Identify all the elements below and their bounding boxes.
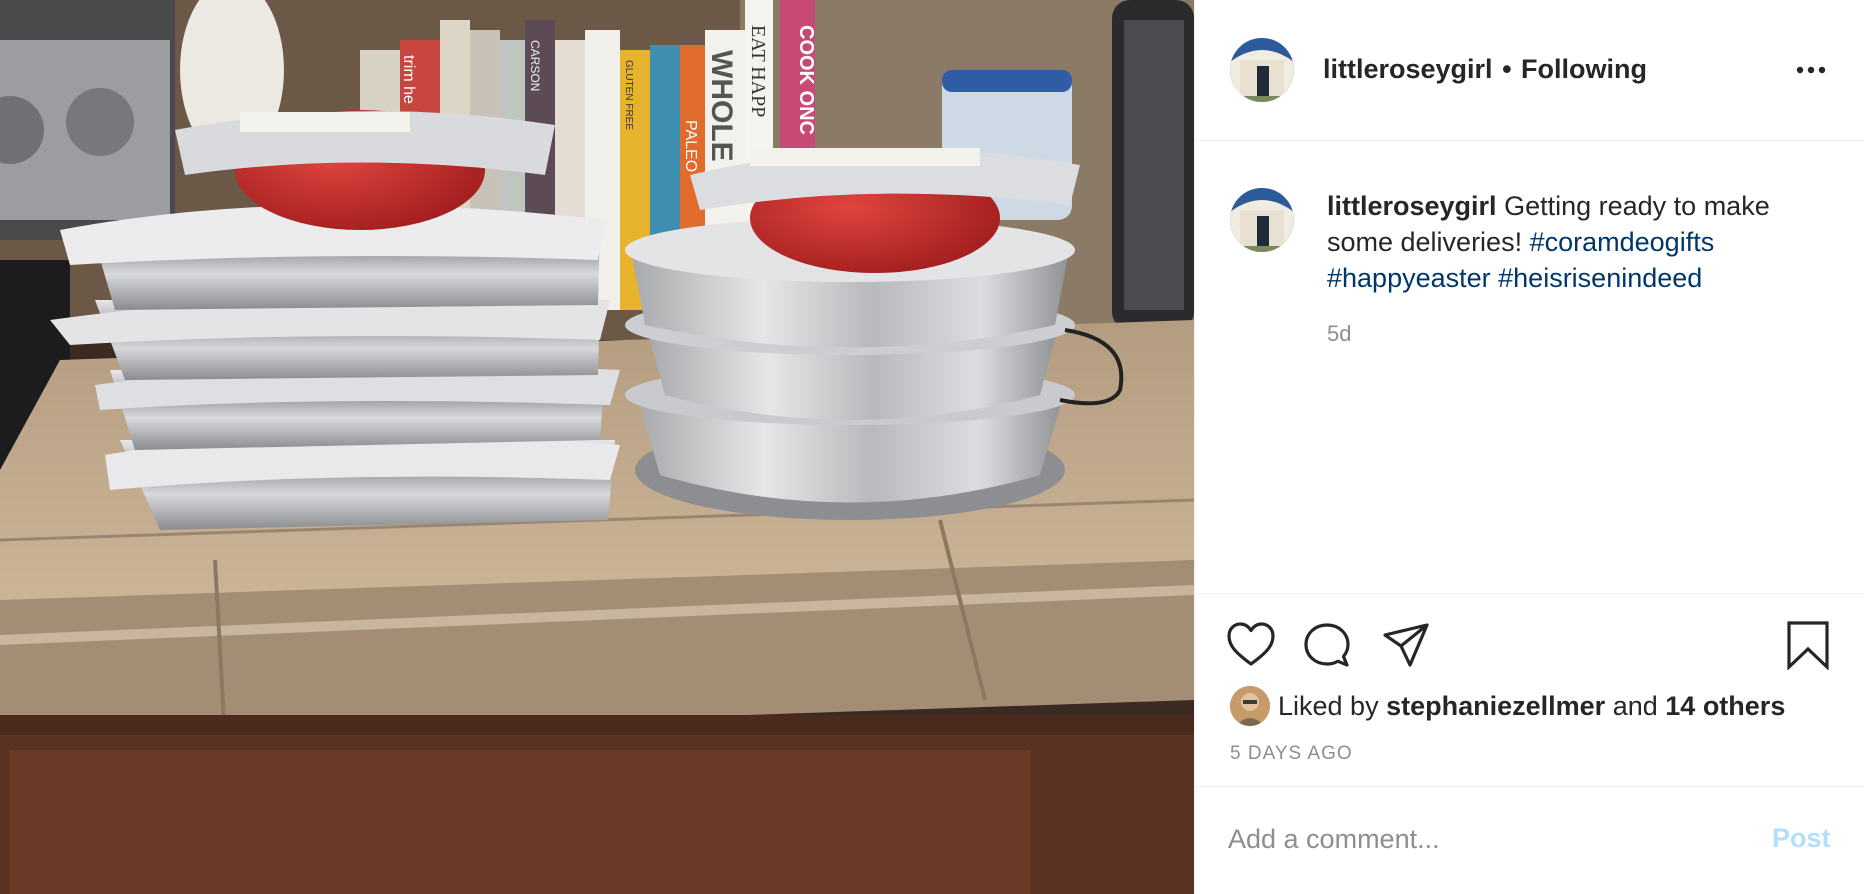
avatar[interactable]: [1230, 38, 1294, 102]
book-spine-paleo: PALEO: [682, 120, 699, 172]
caption-username[interactable]: littleroseygirl: [1327, 191, 1497, 221]
avatar-image: [1230, 188, 1294, 252]
post-photo[interactable]: COOK ONC EAT HAPP WHOLE trim he CARSON P…: [0, 0, 1194, 894]
foil-pans-photo: COOK ONC EAT HAPP WHOLE trim he CARSON P…: [0, 0, 1194, 894]
header-separator: •: [1502, 54, 1512, 84]
avatar-image: [1230, 38, 1294, 102]
book-spine-eat-happy: EAT HAPP: [747, 25, 769, 117]
header-username[interactable]: littleroseygirl: [1323, 54, 1493, 84]
liker-avatar[interactable]: [1230, 686, 1270, 726]
caption-avatar[interactable]: [1230, 188, 1294, 252]
caption-section: littleroseygirl Getting ready to make so…: [1195, 141, 1864, 594]
post-comment-button[interactable]: Post: [1772, 823, 1831, 854]
more-options-icon[interactable]: [1795, 57, 1827, 83]
liked-by-prefix: Liked by: [1278, 690, 1379, 721]
comment-input[interactable]: [1228, 817, 1748, 861]
liker-username[interactable]: stephaniezellmer: [1386, 691, 1605, 722]
hashtag-link[interactable]: #heisrisenindeed: [1498, 263, 1702, 293]
caption-text: littleroseygirl Getting ready to make so…: [1327, 188, 1827, 296]
book-spine-trim: trim he: [400, 55, 417, 104]
book-spine-whole: WHOLE: [705, 50, 738, 162]
hashtag-link[interactable]: #happyeaster: [1327, 263, 1491, 293]
comment-icon[interactable]: [1302, 620, 1352, 670]
header-title: littleroseygirl • Following: [1323, 54, 1647, 85]
book-spine-carson: CARSON: [528, 40, 542, 91]
instagram-post: COOK ONC EAT HAPP WHOLE trim he CARSON P…: [0, 0, 1864, 894]
post-actions: Liked by stephaniezellmer and 14 others …: [1195, 594, 1864, 894]
comment-bar: Post: [1195, 786, 1864, 894]
likes-others-link[interactable]: 14 others: [1665, 691, 1785, 722]
book-spine-gluten-free: GLUTEN FREE: [623, 60, 634, 130]
liked-by-conj: and: [1612, 690, 1658, 721]
share-icon[interactable]: [1381, 620, 1431, 670]
avatar-image: [1230, 686, 1270, 726]
post-sidebar: littleroseygirl • Following littleroseyg…: [1194, 0, 1864, 894]
likes-summary: Liked by stephaniezellmer and 14 others: [1230, 686, 1785, 726]
hashtag-link[interactable]: #coramdeogifts: [1530, 227, 1715, 257]
post-timestamp[interactable]: 5 DAYS AGO: [1230, 743, 1353, 765]
caption-age: 5d: [1327, 321, 1352, 346]
following-button[interactable]: Following: [1521, 54, 1647, 84]
heart-icon[interactable]: [1226, 620, 1276, 670]
bookmark-icon[interactable]: [1783, 620, 1833, 670]
post-header: littleroseygirl • Following: [1195, 0, 1864, 141]
book-spine-cook-once: COOK ONC: [795, 25, 817, 135]
